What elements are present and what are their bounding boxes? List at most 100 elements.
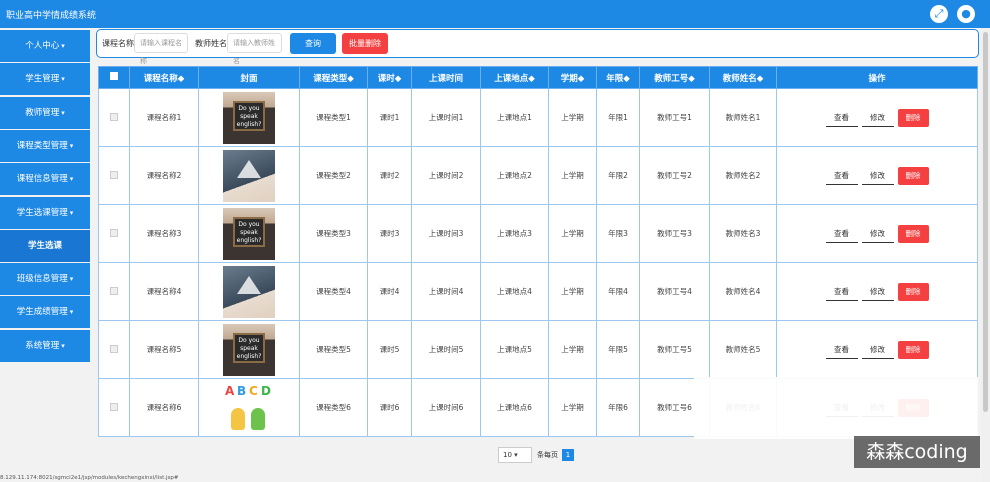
- table-cell: 上课地点6: [480, 378, 549, 437]
- sidebar-item[interactable]: 课程类型管理 ▾: [0, 129, 90, 162]
- table-cell: 年限1: [596, 88, 640, 147]
- column-header[interactable]: [98, 66, 130, 89]
- view-button[interactable]: 查看: [825, 108, 858, 127]
- delete-button[interactable]: 删除: [897, 282, 929, 301]
- sidebar-item[interactable]: 学生选课管理 ▾: [0, 196, 90, 229]
- expand-icon[interactable]: ⤢: [930, 5, 948, 23]
- page-number[interactable]: 1: [562, 449, 574, 461]
- table-cell[interactable]: [98, 88, 130, 147]
- cell-place: 上课地点2: [497, 171, 532, 180]
- table-cell[interactable]: [98, 146, 130, 205]
- table-cell: 查看修改删除: [776, 320, 978, 379]
- delete-button[interactable]: 删除: [897, 108, 929, 127]
- cell-hours: 课时1: [379, 113, 400, 122]
- query-button[interactable]: 查询: [290, 33, 336, 54]
- view-button[interactable]: 查看: [825, 224, 858, 243]
- edit-button[interactable]: 修改: [861, 166, 894, 185]
- table-cell[interactable]: [98, 204, 130, 263]
- table-cell: 教师姓名5: [709, 320, 777, 379]
- cover-board-text: Do you speak english?: [233, 332, 265, 363]
- cell-type: 课程类型3: [316, 229, 351, 238]
- cell-term: 上学期: [561, 229, 584, 238]
- table-cell[interactable]: [98, 262, 130, 321]
- cell-type: 课程类型1: [316, 113, 351, 122]
- table-cell: 教师姓名4: [709, 262, 777, 321]
- cell-tno: 教师工号1: [657, 113, 692, 122]
- delete-button[interactable]: 删除: [897, 166, 929, 185]
- table-cell: 上课地点3: [480, 204, 549, 263]
- sidebar-item[interactable]: 班级信息管理 ▾: [0, 263, 90, 296]
- sidebar-item[interactable]: 系统管理 ▾: [0, 329, 90, 362]
- table-cell: 课程名称2: [129, 146, 199, 205]
- cell-name: 课程名称4: [146, 287, 182, 296]
- view-button[interactable]: 查看: [825, 282, 858, 301]
- cell-name: 课程名称6: [146, 403, 182, 412]
- table-cell: 上课地点2: [480, 146, 549, 205]
- cell-year: 年限2: [608, 171, 628, 180]
- table-row: 课程名称1 Do you speak english? 课程类型1 课时1 上课时间1 上…: [98, 88, 978, 147]
- delete-button[interactable]: 删除: [897, 340, 929, 359]
- cell-place: 上课地点5: [497, 345, 532, 354]
- cell-tname: 教师姓名4: [725, 287, 761, 296]
- cell-type: 课程类型4: [316, 287, 351, 296]
- table-cell: 查看修改删除: [776, 146, 978, 205]
- scrollbar-thumb[interactable]: [983, 32, 988, 412]
- watermark: 森森coding: [854, 436, 980, 468]
- column-header: 年限◆: [596, 66, 640, 89]
- cover-figure: [251, 407, 265, 430]
- edit-button[interactable]: 修改: [861, 340, 894, 359]
- teacher-name-input[interactable]: 请输入教师姓名: [227, 33, 282, 65]
- row-checkbox[interactable]: [110, 286, 118, 295]
- edit-button[interactable]: 修改: [861, 108, 894, 127]
- delete-button[interactable]: 删除: [897, 224, 929, 243]
- table-cell: 上课时间1: [411, 88, 481, 147]
- table-cell[interactable]: [98, 320, 130, 379]
- sidebar-item-label: 班级信息管理: [16, 274, 68, 285]
- edit-button[interactable]: 修改: [861, 282, 894, 301]
- page-size-select[interactable]: 10 ▾: [498, 447, 532, 463]
- table-cell: 上课时间2: [411, 146, 481, 205]
- sidebar-item[interactable]: 学生管理 ▾: [0, 63, 90, 96]
- sidebar-item[interactable]: 学生选课: [0, 229, 90, 262]
- table-cell: 上课时间6: [411, 378, 481, 437]
- course-name-input[interactable]: 请输入课程名称: [134, 33, 188, 65]
- table-cell: 课程类型6: [299, 378, 368, 437]
- search-panel: 课程名称 请输入课程名称 教师姓名 请输入教师姓名 查询 批量删除: [96, 29, 979, 65]
- sidebar-item[interactable]: 个人中心 ▾: [0, 30, 90, 62]
- cell-time: 上课时间4: [428, 287, 464, 296]
- cell-type: 课程类型2: [316, 171, 351, 180]
- row-checkbox[interactable]: [110, 112, 118, 121]
- sidebar-item[interactable]: 课程信息管理 ▾: [0, 163, 90, 196]
- cell-hours: 课时6: [379, 403, 400, 412]
- cover-graphic: [237, 275, 261, 294]
- table-row: 课程名称3 Do you speak english? 课程类型3 课时3 上课时间3 上…: [98, 204, 978, 263]
- scrollbar[interactable]: [981, 28, 990, 482]
- user-icon[interactable]: ●: [957, 5, 975, 23]
- table-cell: 课时6: [367, 378, 412, 437]
- table-cell: 上课时间5: [411, 320, 481, 379]
- view-button[interactable]: 查看: [825, 166, 858, 185]
- sidebar-item[interactable]: 教师管理 ▾: [0, 96, 90, 129]
- table-cell: 课程类型4: [299, 262, 368, 321]
- table-cell: 教师工号4: [639, 262, 710, 321]
- row-checkbox[interactable]: [110, 402, 118, 411]
- table-cell[interactable]: [98, 378, 130, 437]
- table-cell: 查看修改删除: [776, 204, 978, 263]
- row-checkbox[interactable]: [110, 228, 118, 237]
- cell-name: 课程名称3: [146, 229, 182, 238]
- select-all-checkbox[interactable]: [110, 72, 118, 80]
- view-button[interactable]: 查看: [825, 340, 858, 359]
- chevron-down-icon: ▾: [69, 141, 74, 150]
- edit-button[interactable]: 修改: [861, 224, 894, 243]
- table-cell: [198, 146, 300, 205]
- table-cell: 年限3: [596, 204, 640, 263]
- row-checkbox[interactable]: [110, 344, 118, 353]
- table-row: 课程名称5 Do you speak english? 课程类型5 课时5 上课时间5 上…: [98, 320, 978, 379]
- row-checkbox[interactable]: [110, 170, 118, 179]
- cell-term: 上学期: [561, 403, 584, 412]
- batch-delete-button[interactable]: 批量删除: [342, 33, 388, 54]
- sidebar-item[interactable]: 学生成绩管理 ▾: [0, 296, 90, 329]
- table-cell: 教师姓名2: [709, 146, 777, 205]
- cell-term: 上学期: [561, 287, 584, 296]
- column-header: 上课地点◆: [480, 66, 549, 89]
